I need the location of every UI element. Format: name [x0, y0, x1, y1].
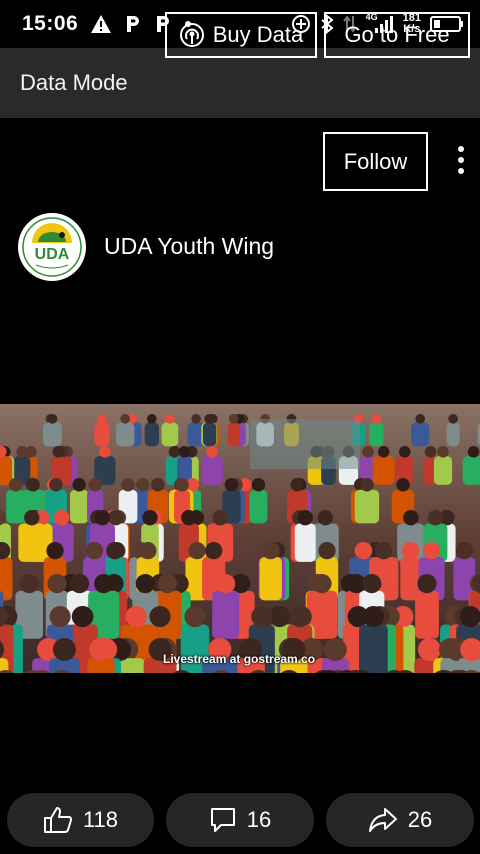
go-to-free-label: Go to Free — [344, 22, 450, 47]
comment-icon — [209, 806, 237, 834]
follow-button[interactable]: Follow — [323, 132, 428, 191]
avatar[interactable]: UDA — [18, 213, 86, 281]
more-options-icon[interactable] — [450, 143, 472, 177]
data-mode-label: Data Mode — [20, 70, 128, 95]
comment-button[interactable]: 16 — [166, 793, 314, 847]
share-icon — [368, 806, 398, 834]
buy-data-button[interactable]: Buy Data — [165, 12, 317, 58]
broadcast-icon — [179, 22, 205, 48]
p-notification-icon — [124, 14, 142, 34]
action-bar: 118 16 26 — [0, 793, 480, 847]
video-frame — [0, 404, 480, 673]
video-watermark: Livestream at gostream.co — [163, 652, 316, 666]
video-player[interactable]: Livestream at gostream.co — [0, 404, 480, 673]
share-count: 26 — [407, 807, 433, 832]
buy-data-label: Buy Data — [212, 22, 304, 47]
follow-label: Follow — [343, 148, 408, 174]
like-count: 118 — [82, 807, 119, 832]
status-time: 15:06 — [22, 12, 79, 35]
share-button[interactable]: 26 — [326, 793, 474, 847]
thumbs-up-icon — [43, 806, 73, 834]
comment-count: 16 — [246, 807, 272, 832]
go-to-free-button[interactable]: Go to Free — [324, 12, 470, 58]
data-mode-bar: Data Mode — [0, 48, 480, 118]
channel-name[interactable]: UDA Youth Wing — [104, 233, 274, 260]
avatar-logo-text: UDA — [35, 246, 70, 263]
like-button[interactable]: 118 — [7, 793, 154, 847]
warning-icon — [90, 14, 112, 34]
